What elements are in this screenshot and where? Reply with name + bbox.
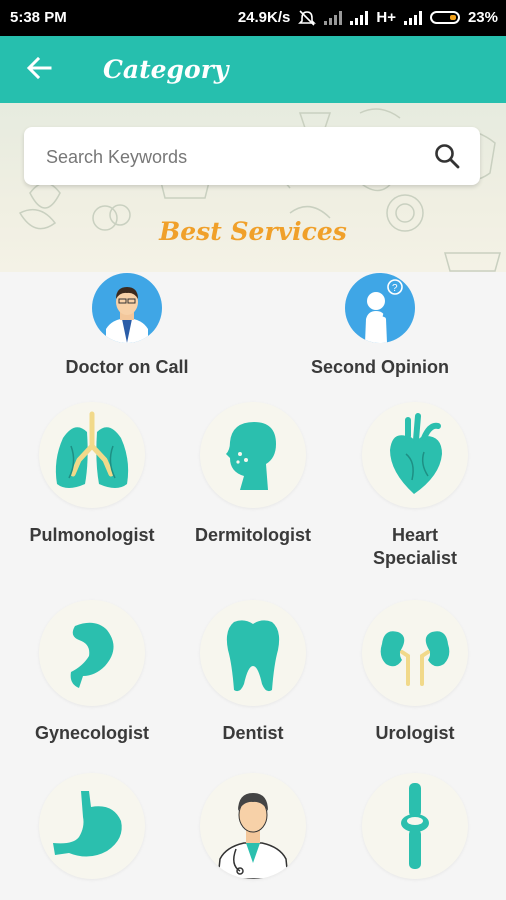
network-speed: 24.9K/s <box>237 9 291 26</box>
category-label: Gynecologist <box>34 723 150 743</box>
banner: Best Services <box>0 103 506 272</box>
category-orthopedic[interactable] <box>340 773 490 895</box>
back-arrow-icon[interactable] <box>24 52 56 84</box>
category-gastroenterologist[interactable] <box>17 773 167 895</box>
status-time: 5:38 PM <box>10 9 67 26</box>
signal-icon-3 <box>403 10 422 25</box>
app-bar: Category <box>0 36 506 103</box>
page-title: Category <box>103 55 229 84</box>
uterus-icon <box>39 600 145 706</box>
tooth-icon <box>200 600 306 706</box>
network-type: H+ <box>376 9 396 26</box>
service-second-opinion[interactable]: ? Second Opinion <box>295 273 465 379</box>
category-dentist[interactable]: Dentist <box>178 600 328 745</box>
category-pulmonologist[interactable]: Pulmonologist <box>17 402 167 547</box>
doctor-icon <box>200 773 306 879</box>
doctor-avatar-icon <box>92 273 162 343</box>
category-label: Urologist <box>375 723 455 743</box>
lungs-icon <box>39 402 145 508</box>
category-label: Dermitologist <box>194 525 311 545</box>
kidneys-icon <box>362 600 468 706</box>
search-input[interactable] <box>44 143 428 171</box>
face-icon <box>200 402 306 508</box>
heart-icon <box>362 402 468 508</box>
category-dermitologist[interactable]: Dermitologist <box>178 402 328 547</box>
category-label: Pulmonologist <box>29 525 155 545</box>
category-label-line2: Specialist <box>372 548 458 568</box>
category-label: Dentist <box>222 723 284 743</box>
service-label: Doctor on Call <box>65 357 189 377</box>
svg-text:?: ? <box>392 283 398 294</box>
battery-percent: 23% <box>467 9 498 26</box>
category-urologist[interactable]: Urologist <box>340 600 490 745</box>
signal-icon-2 <box>350 10 369 25</box>
signal-icon-1 <box>324 10 343 25</box>
category-gynecologist[interactable]: Gynecologist <box>17 600 167 745</box>
bone-joint-icon <box>362 773 468 879</box>
second-opinion-icon: ? <box>345 273 415 343</box>
category-heart-specialist[interactable]: Heart Specialist <box>340 402 490 570</box>
service-label: Second Opinion <box>311 357 449 377</box>
status-indicators: 24.9K/s H+ 23% <box>238 9 498 26</box>
battery-icon <box>429 11 460 24</box>
category-label-line1: Heart <box>391 525 439 545</box>
category-general-physician[interactable] <box>178 773 328 895</box>
status-bar: 5:38 PM 24.9K/s H+ 23% <box>0 0 506 36</box>
category-label: Heart Specialist <box>340 524 490 570</box>
search-bar[interactable] <box>24 127 480 185</box>
banner-heading: Best Services <box>159 217 347 246</box>
search-icon[interactable] <box>434 143 460 169</box>
stomach-icon <box>39 773 145 879</box>
mute-icon <box>298 9 317 26</box>
service-doctor-on-call[interactable]: Doctor on Call <box>42 273 212 379</box>
